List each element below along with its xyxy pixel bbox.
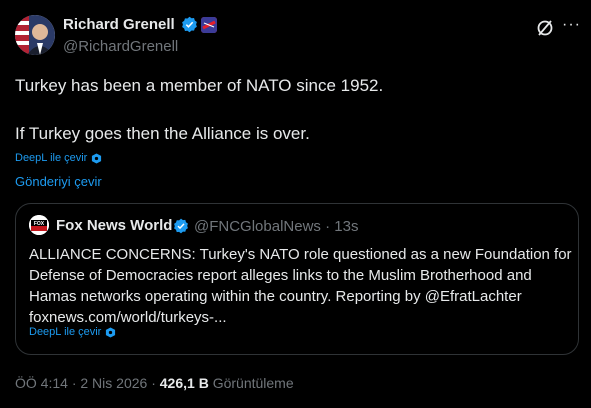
deepl-icon	[106, 326, 116, 338]
verified-badge-icon	[173, 218, 189, 234]
deepl-translate-link[interactable]: DeepL ile çevir	[15, 152, 102, 164]
fox-news-logo[interactable]: FOX	[29, 215, 49, 235]
verified-badge-icon	[181, 16, 198, 33]
deepl-label: DeepL ile çevir	[29, 326, 102, 338]
tweet-footer: ÖÖ 4:14 · 2 Nis 2026 · 426,1 B Görüntüle…	[15, 375, 294, 391]
views-count[interactable]: 426,1 B	[160, 375, 209, 391]
deepl-icon	[92, 152, 102, 164]
footer-separator: ·	[71, 375, 77, 391]
quoted-time[interactable]: 13s	[334, 218, 358, 235]
author-handle[interactable]: @RichardGrenell	[63, 38, 178, 55]
more-icon[interactable]: ···	[562, 16, 581, 34]
quoted-meta: @FNCGlobalNews · 13s	[194, 218, 358, 235]
quoted-author-name[interactable]: Fox News World	[56, 217, 172, 234]
quoted-handle[interactable]: @FNCGlobalNews	[194, 218, 321, 235]
quoted-tweet-text: ALLIANCE CONCERNS: Turkey's NATO role qu…	[29, 246, 572, 326]
flag-icon	[201, 17, 217, 33]
deepl-label: DeepL ile çevir	[15, 152, 88, 164]
meta-separator: ·	[325, 218, 331, 235]
post-time[interactable]: ÖÖ 4:14	[15, 375, 68, 391]
author-avatar[interactable]	[15, 15, 55, 55]
views-label: Görüntüleme	[212, 375, 294, 391]
post-date[interactable]: 2 Nis 2026	[80, 375, 147, 391]
tweet-text-line: Turkey has been a member of NATO since 1…	[15, 76, 384, 95]
footer-separator: ·	[151, 375, 156, 391]
author-name[interactable]: Richard Grenell	[63, 16, 175, 33]
tweet-text-line: If Turkey goes then the Alliance is over…	[15, 124, 310, 143]
translate-post-link[interactable]: Gönderiyi çevir	[15, 174, 102, 189]
svg-text:FOX: FOX	[34, 221, 45, 227]
deepl-translate-link[interactable]: DeepL ile çevir	[29, 326, 116, 338]
grok-icon[interactable]	[535, 18, 555, 38]
